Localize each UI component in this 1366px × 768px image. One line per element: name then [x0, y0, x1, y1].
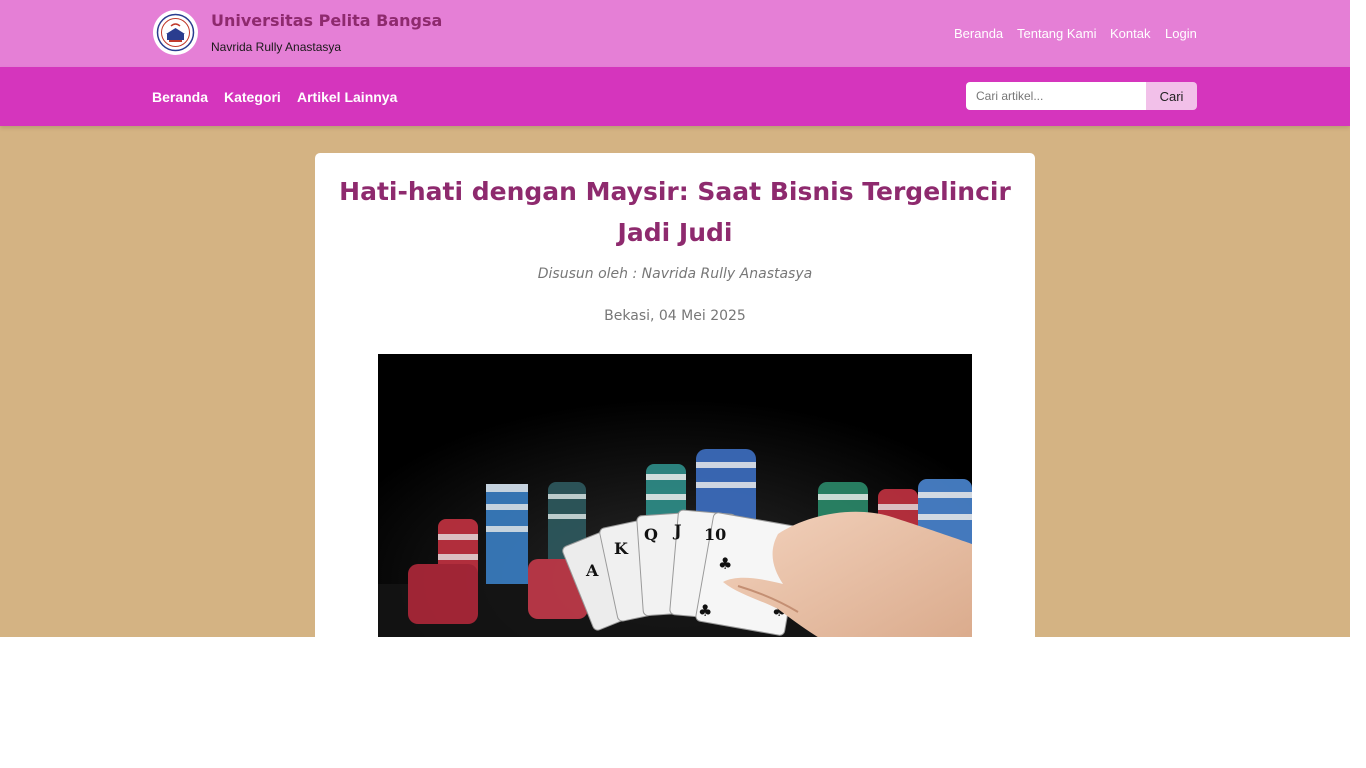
top-link-tentang-kami[interactable]: Tentang Kami [1017, 26, 1097, 41]
svg-text:♣: ♣ [698, 601, 712, 620]
university-seal-icon [156, 13, 195, 52]
browser-viewport: Universitas Pelita Bangsa Navrida Rully … [0, 0, 1350, 637]
nav-item-beranda[interactable]: Beranda [152, 89, 208, 105]
svg-text:10: 10 [704, 525, 726, 544]
main-navbar: Beranda Kategori Artikel Lainnya Cari [0, 67, 1350, 126]
search-button[interactable]: Cari [1146, 82, 1197, 110]
svg-text:♣: ♣ [718, 554, 732, 573]
top-link-login[interactable]: Login [1165, 26, 1197, 41]
article-date: Bekasi, 04 Mei 2025 [604, 308, 746, 324]
article-hero-image: A K Q J 10 ♣ ♣ ♣ ♣ [378, 354, 972, 637]
top-header: Universitas Pelita Bangsa Navrida Rully … [0, 0, 1350, 67]
nav-item-artikel-lainnya[interactable]: Artikel Lainnya [297, 89, 397, 105]
article-author: Disusun oleh : Navrida Rully Anastasya [537, 266, 813, 282]
svg-text:Q: Q [644, 525, 658, 544]
svg-text:J: J [672, 521, 682, 540]
site-title[interactable]: Universitas Pelita Bangsa [211, 11, 442, 30]
article-card: Hati-hati dengan Maysir: Saat Bisnis Ter… [315, 153, 1035, 637]
search-input[interactable] [966, 82, 1147, 110]
casino-chips-and-cards-image: A K Q J 10 ♣ ♣ ♣ ♣ [378, 354, 972, 637]
svg-text:A: A [585, 561, 599, 580]
article-title: Hati-hati dengan Maysir: Saat Bisnis Ter… [339, 177, 1011, 247]
nav-item-kategori[interactable]: Kategori [224, 89, 281, 105]
top-link-beranda[interactable]: Beranda [954, 26, 1003, 41]
svg-text:K: K [614, 539, 629, 558]
site-subtitle: Navrida Rully Anastasya [211, 40, 342, 54]
top-link-kontak[interactable]: Kontak [1110, 26, 1150, 41]
university-logo[interactable] [153, 10, 198, 55]
